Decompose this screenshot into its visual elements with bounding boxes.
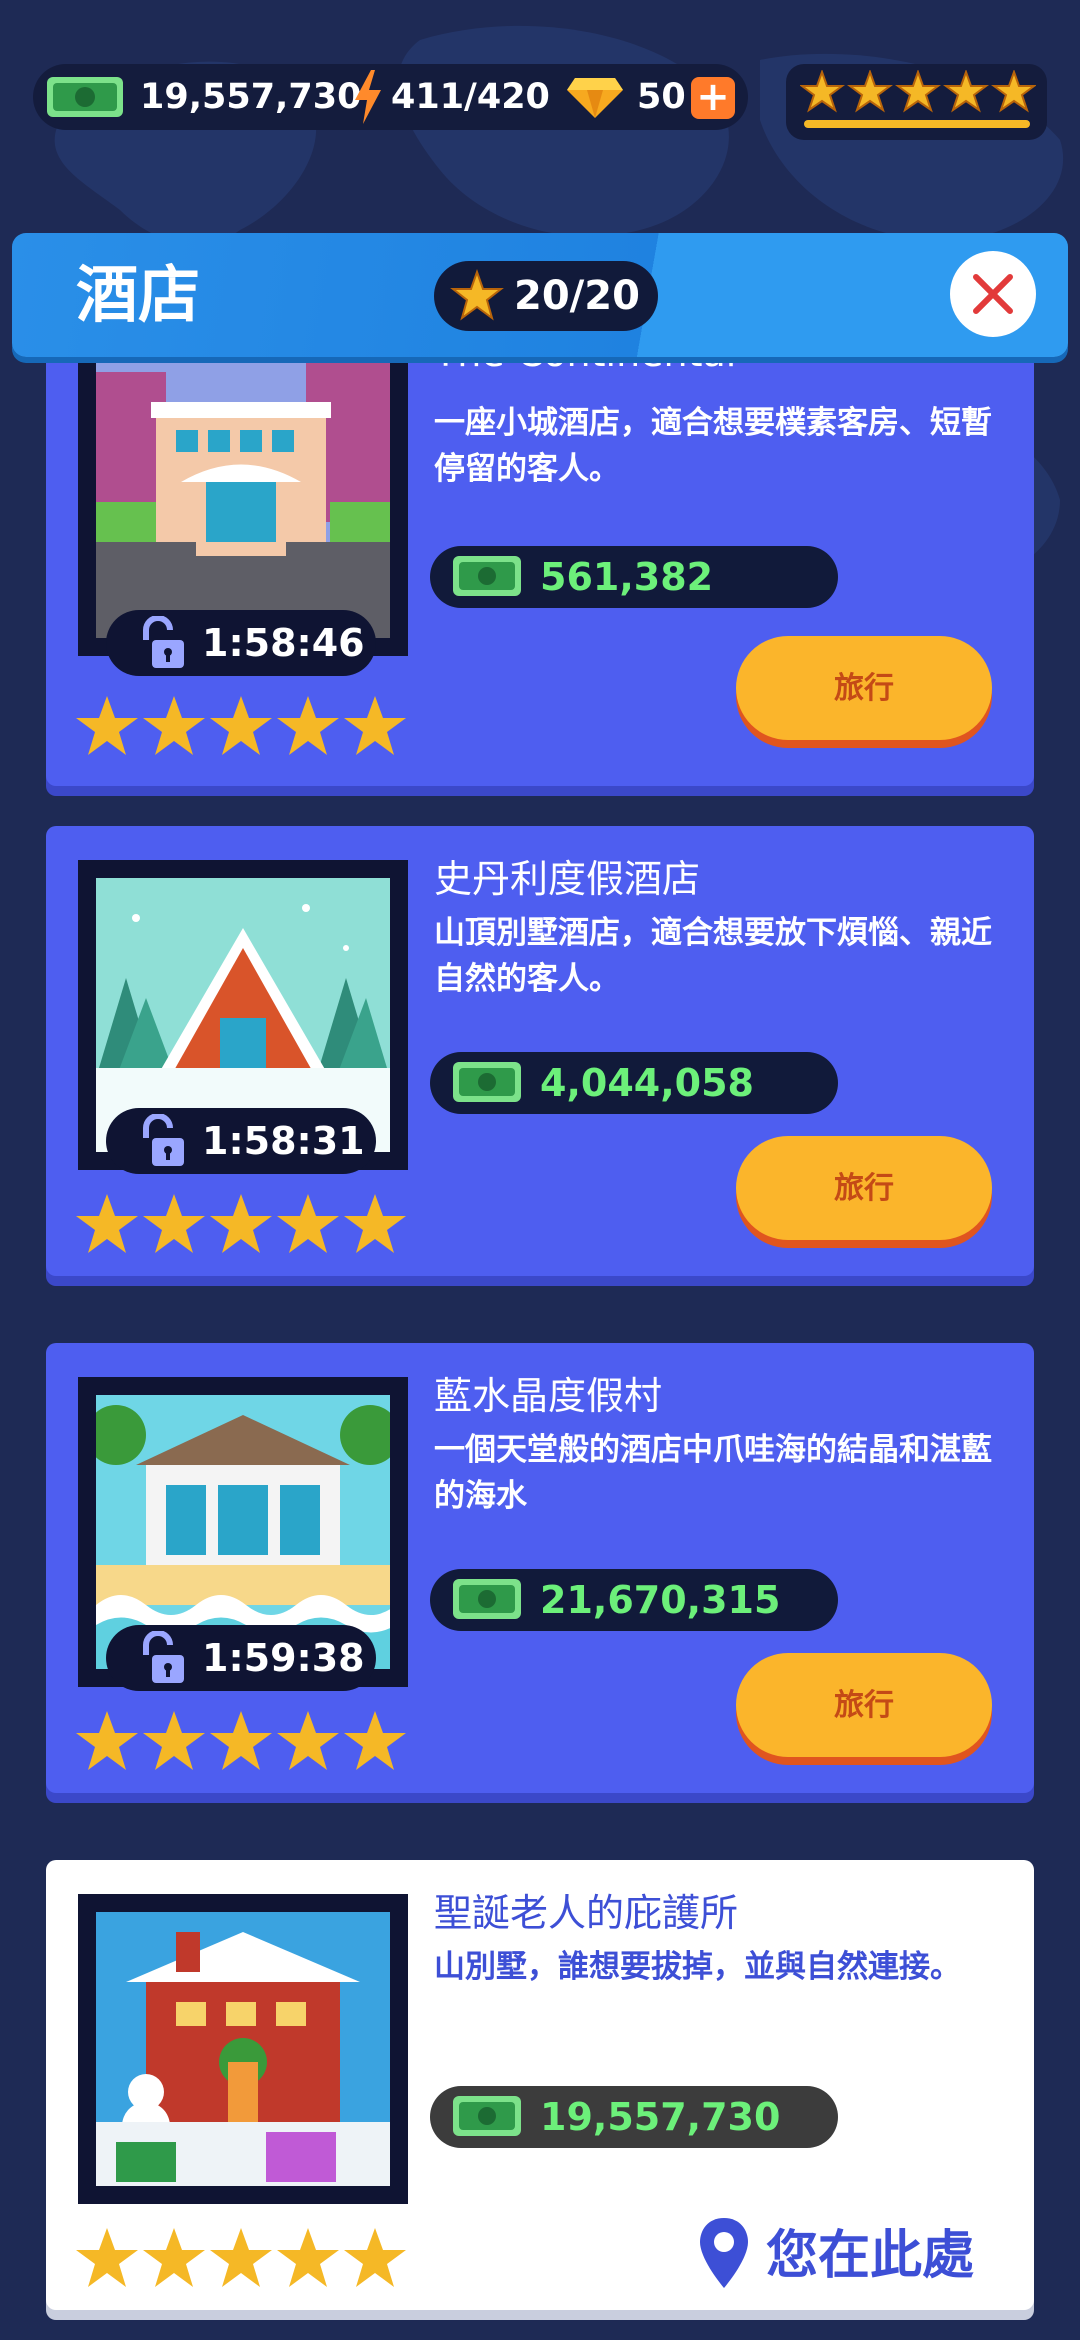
hotel-description: 一座小城酒店，適合想要樸素客房、短暫停留的客人。: [434, 405, 992, 487]
hotel-rating-stars-icon: [76, 1711, 406, 1770]
unlock-icon: [143, 616, 184, 668]
close-button[interactable]: [950, 251, 1036, 337]
hotel-name: 聖誕老人的庇護所: [434, 1891, 739, 1935]
timer-text: 1:59:38: [202, 1636, 365, 1680]
hotel-price: 19,557,730: [430, 2086, 838, 2148]
unlock-timer: 1:58:31: [106, 1108, 376, 1174]
energy-bolt-icon: [355, 70, 381, 124]
hotel-price: 4,044,058: [430, 1052, 838, 1114]
diamond-icon: [567, 78, 623, 118]
location-pin-icon: [700, 2218, 748, 2288]
star-score-text: 20/20: [514, 273, 640, 319]
hotel-card: 1:58:31 史丹利度假酒店 山頂別墅酒店，適合想要放下煩惱、親近自然的客人。…: [46, 826, 1034, 1276]
price-value: 19,557,730: [540, 2095, 781, 2139]
hotel-card: 1:59:38 藍水晶度假村 一個天堂般的酒店中爪哇海的結晶和湛藍的海水 21,…: [46, 1343, 1034, 1793]
energy-amount: 411/420: [391, 77, 550, 117]
hotel-rating-stars-icon: [76, 696, 406, 755]
hotel-name: 藍水晶度假村: [434, 1374, 663, 1418]
hotel-rating-stars-icon: [76, 1194, 406, 1253]
hotel-card: 1:58:46 The Continental 一座小城酒店，適合想要樸素客房、…: [46, 331, 1034, 786]
rating-progress-bar: [804, 120, 1030, 128]
cash-icon: [453, 2096, 521, 2136]
unlock-timer: 1:58:46: [106, 610, 376, 676]
cash-icon: [453, 556, 521, 596]
unlock-timer: 1:59:38: [106, 1625, 376, 1691]
buy-gems-button[interactable]: +: [691, 77, 735, 119]
close-icon: [973, 274, 1013, 314]
unlock-icon: [143, 1114, 184, 1166]
travel-button[interactable]: 旅行: [736, 636, 992, 740]
city-hotel-image: [96, 342, 390, 638]
hotel-header-banner: 酒店 20/20: [12, 233, 1068, 357]
rating-stars-icon: [800, 70, 1036, 113]
unlock-icon: [143, 1631, 184, 1683]
current-location-indicator: 您在此處: [696, 2216, 1036, 2296]
hotel-description: 山頂別墅酒店，適合想要放下煩惱、親近自然的客人。: [434, 915, 992, 997]
price-value: 4,044,058: [540, 1061, 754, 1105]
price-value: 21,670,315: [540, 1578, 781, 1622]
cash-icon: [453, 1062, 521, 1102]
resource-bar: 19,557,730 411/420 50 +: [33, 64, 748, 130]
hotel-rating-stars-icon: [76, 2228, 406, 2287]
hotel-thumbnail-frame: [78, 336, 408, 656]
price-value: 561,382: [540, 555, 714, 599]
hotel-description: 一個天堂般的酒店中爪哇海的結晶和湛藍的海水: [434, 1432, 992, 1514]
star-icon: [450, 269, 504, 321]
hotel-price: 21,670,315: [430, 1569, 838, 1631]
santa-shelter-image: [96, 1912, 390, 2186]
gem-amount: 50: [637, 77, 686, 117]
hotel-name: 史丹利度假酒店: [434, 857, 701, 901]
travel-button[interactable]: 旅行: [736, 1136, 992, 1240]
page-title: 酒店: [76, 258, 201, 331]
cash-amount: 19,557,730: [140, 77, 362, 117]
hotel-price: 561,382: [430, 546, 838, 608]
timer-text: 1:58:31: [202, 1119, 365, 1163]
cash-icon: [453, 1579, 521, 1619]
hotel-description: 山別墅，誰想要拔掉，並與自然連接。: [434, 1949, 961, 1985]
current-hotel-card: 聖誕老人的庇護所 山別墅，誰想要拔掉，並與自然連接。 19,557,730 您在…: [46, 1860, 1034, 2310]
star-score-badge: 20/20: [434, 261, 658, 331]
timer-text: 1:58:46: [202, 621, 365, 665]
player-rating[interactable]: [786, 64, 1047, 140]
hotel-thumbnail-frame: [78, 1894, 408, 2204]
cash-icon: [47, 77, 123, 117]
current-location-text: 您在此處: [766, 2226, 975, 2286]
travel-button[interactable]: 旅行: [736, 1653, 992, 1757]
